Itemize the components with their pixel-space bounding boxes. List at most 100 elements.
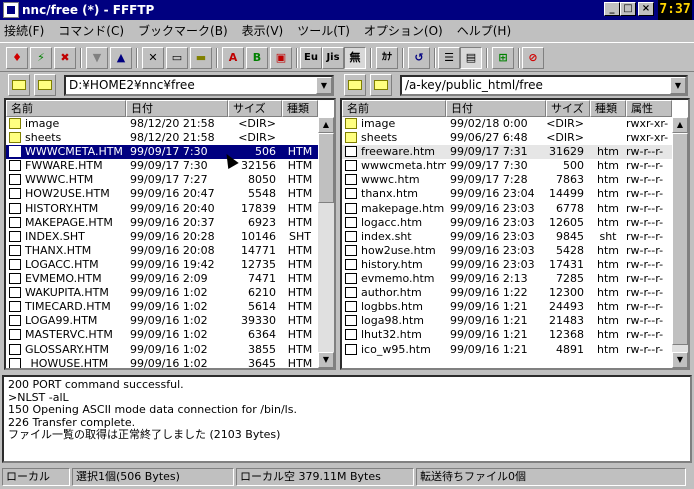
file-icon [9,174,21,186]
col-header-name[interactable]: 名前 [342,100,446,117]
col-header-name[interactable]: 名前 [6,100,126,117]
file-row[interactable]: evmemo.htm 99/09/16 2:13 7285 htm rw-r--r- [342,272,672,286]
file-row[interactable]: MASTERVC.HTM 99/09/16 1:02 6364 HTM [6,328,318,342]
app-icon[interactable] [3,2,19,18]
local-up-folder-icon[interactable] [8,74,30,96]
rename-icon[interactable]: ▭ [166,47,188,69]
file-row[interactable]: WAKUPITA.HTM 99/09/16 1:02 6210 HTM [6,286,318,300]
remote-up-folder-icon[interactable] [344,74,366,96]
file-row[interactable]: author.htm 99/09/16 1:22 12300 htm rw-r--r- [342,286,672,300]
file-row[interactable]: wwwc.htm 99/09/17 7:28 7863 htm rw-r--r- [342,173,672,187]
menu-options[interactable]: オプション(O) [364,22,443,39]
chevron-down-icon[interactable]: ▼ [316,77,332,94]
menu-tools[interactable]: ツール(T) [297,22,350,39]
menu-view[interactable]: 表示(V) [242,22,284,39]
folder-row[interactable]: sheets 99/06/27 6:48 <DIR> rwxr-xr- [342,131,672,145]
file-row[interactable]: freeware.htm 99/09/17 7:31 31629 htm rw-r--r… [342,145,672,160]
file-row[interactable]: how2use.htm 99/09/16 23:03 5428 htm rw-r--r- [342,244,672,258]
file-row[interactable]: EVMEMO.HTM 99/09/16 2:09 7471 HTM [6,272,318,286]
remote-vertical-scrollbar[interactable]: ▲ ▼ [672,117,688,368]
file-row[interactable]: LOGACC.HTM 99/09/16 19:42 12735 HTM [6,258,318,272]
file-row[interactable]: THANX.HTM 99/09/16 20:08 14771 HTM [6,244,318,258]
delete-icon[interactable]: ✕ [142,47,164,69]
folder-row[interactable]: sheets 98/12/20 21:58 <DIR> [6,131,318,145]
file-row[interactable]: lhut32.htm 99/09/16 1:21 12368 htm rw-r--r- [342,328,672,342]
sync-dirs-icon[interactable]: ⊞ [492,47,514,69]
menu-command[interactable]: コマンド(C) [58,22,124,39]
kana-conversion-icon[interactable]: ｶﾅ [376,47,398,69]
file-row[interactable]: TIMECARD.HTM 99/09/16 1:02 5614 HTM [6,300,318,314]
file-row[interactable]: history.htm 99/09/16 23:03 17431 htm rw-r--r… [342,258,672,272]
auto-mode-icon[interactable]: ▣ [270,47,292,69]
col-header-date[interactable]: 日付 [446,100,546,117]
col-header-type[interactable]: 種類 [282,100,318,117]
local-open-folder-icon[interactable] [34,74,56,96]
scroll-up-icon[interactable]: ▲ [318,117,334,133]
no-conversion-icon[interactable]: 無 [344,47,366,69]
file-icon [9,301,21,313]
file-row[interactable]: GLOSSARY.HTM 99/09/16 1:02 3855 HTM [6,343,318,357]
log-window[interactable]: 200 PORT command successful. >NLST -alL … [2,375,692,463]
local-vertical-scrollbar[interactable]: ▲ ▼ [318,117,334,368]
scroll-down-icon[interactable]: ▼ [318,352,334,368]
col-header-size[interactable]: サイズ [228,100,282,117]
new-folder-icon[interactable]: ▬ [190,47,212,69]
col-header-type[interactable]: 種類 [590,100,626,117]
file-row[interactable]: HOW2USE.HTM 99/09/16 20:47 5548 HTM [6,187,318,201]
col-header-date[interactable]: 日付 [126,100,228,117]
file-row[interactable]: logbbs.htm 99/09/16 1:21 24493 htm rw-r--r- [342,300,672,314]
local-file-list[interactable]: 名前 日付 サイズ 種類 image 98/12/20 21:58 <DIR> she… [4,98,336,370]
file-row[interactable]: _HOWUSE.HTM 99/09/16 1:02 3645 HTM [6,357,318,368]
binary-mode-icon[interactable]: B [246,47,268,69]
chevron-down-icon[interactable]: ▼ [670,77,686,94]
scroll-up-icon[interactable]: ▲ [672,117,688,133]
file-row[interactable]: loga98.htm 99/09/16 1:21 21483 htm rw-r--r- [342,314,672,328]
file-row[interactable]: makepage.htm 99/09/16 23:03 6778 htm rw-r--r… [342,202,672,216]
file-size: 31629 [549,145,584,159]
file-row[interactable]: logacc.htm 99/09/16 23:03 12605 htm rw-r--r- [342,216,672,230]
jis-kanji-icon[interactable]: Jis [322,47,344,69]
folder-row[interactable]: image 98/12/20 21:58 <DIR> [6,117,318,131]
list-view-icon[interactable]: ☰ [438,47,460,69]
connect-icon[interactable]: ♦ [6,47,28,69]
menu-help[interactable]: ヘルプ(H) [457,22,511,39]
scroll-down-icon[interactable]: ▼ [672,352,688,368]
ascii-mode-icon[interactable]: A [222,47,244,69]
menu-connect[interactable]: 接続(F) [4,22,44,39]
remote-open-folder-icon[interactable] [370,74,392,96]
quick-connect-icon[interactable]: ⚡ [30,47,52,69]
col-header-size[interactable]: サイズ [546,100,590,117]
euc-kanji-icon[interactable]: Eu [300,47,322,69]
file-attr: rw-r--r- [626,229,664,243]
upload-arrow-icon[interactable]: ▲ [110,47,132,69]
menu-bookmark[interactable]: ブックマーク(B) [138,22,228,39]
detail-view-icon[interactable]: ▤ [460,47,482,69]
file-row[interactable]: FWWARE.HTM 99/09/17 7:30 32156 HTM [6,159,318,173]
file-row[interactable]: LOGA99.HTM 99/09/16 1:02 39330 HTM [6,314,318,328]
file-row[interactable]: wwwcmeta.htm 99/09/17 7:30 500 htm rw-r--r- [342,159,672,173]
remote-file-list[interactable]: 名前 日付 サイズ 種類 属性 image 99/02/18 0:00 <DIR> r… [340,98,690,370]
minimize-button[interactable]: _ [604,2,620,16]
file-row[interactable]: thanx.htm 99/09/16 23:04 14499 htm rw-r--r- [342,187,672,201]
file-row[interactable]: index.sht 99/09/16 23:03 9845 sht rw-r--r- [342,230,672,244]
file-row[interactable]: MAKEPAGE.HTM 99/09/16 20:37 6923 HTM [6,216,318,230]
close-button[interactable]: × [638,2,654,16]
maximize-button[interactable]: □ [620,2,636,16]
file-name: INDEX.SHT [25,229,85,243]
file-row[interactable]: INDEX.SHT 99/09/16 20:28 10146 SHT [6,230,318,244]
refresh-icon[interactable]: ↺ [408,47,430,69]
abort-icon[interactable]: ⊘ [522,47,544,69]
remote-path-bar: /a-key/public_html/free ▼ [344,74,690,96]
scroll-thumb[interactable] [672,133,688,345]
file-row[interactable]: ico_w95.htm 99/09/16 1:21 4891 htm rw-r--r- [342,343,672,357]
disconnect-icon[interactable]: ✖ [54,47,76,69]
local-path-field[interactable]: D:¥HOME2¥nnc¥free ▼ [64,75,334,96]
file-row[interactable]: WWWCMETA.HTM 99/09/17 7:30 506 HTM [6,145,318,160]
remote-path-field[interactable]: /a-key/public_html/free ▼ [400,75,688,96]
download-arrow-icon[interactable]: ▼ [86,47,108,69]
scroll-thumb[interactable] [318,133,334,203]
file-row[interactable]: WWWC.HTM 99/09/17 7:27 8050 HTM [6,173,318,187]
folder-row[interactable]: image 99/02/18 0:00 <DIR> rwxr-xr- [342,117,672,131]
col-header-attr[interactable]: 属性 [626,100,672,117]
file-row[interactable]: HISTORY.HTM 99/09/16 20:40 17839 HTM [6,202,318,216]
